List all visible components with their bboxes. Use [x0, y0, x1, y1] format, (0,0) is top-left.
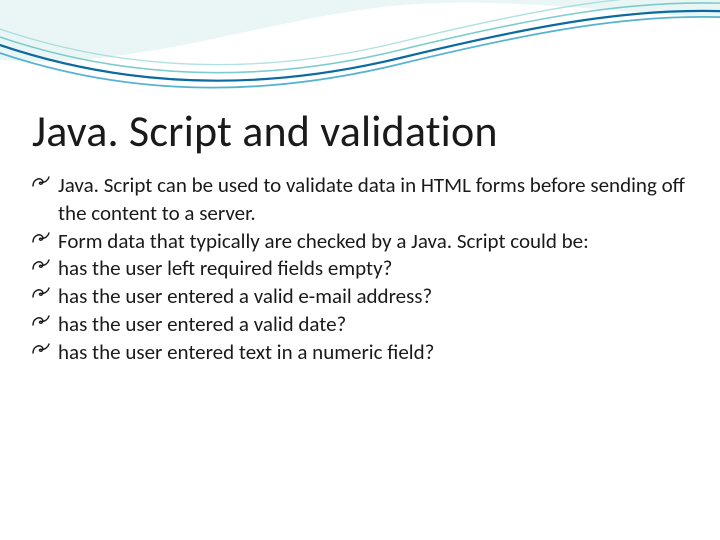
- bullet-text: has the user entered text in a numeric f…: [58, 339, 434, 365]
- bullet-item: has the user entered a valid e-mail addr…: [32, 283, 688, 311]
- bullet-glyph-icon: [32, 285, 50, 305]
- slide: Java. Script and validation Java. Script…: [0, 0, 720, 540]
- bullet-list: Java. Script can be used to validate dat…: [32, 172, 688, 366]
- bullet-item: has the user entered text in a numeric f…: [32, 339, 688, 367]
- bullet-glyph-icon: [32, 257, 50, 277]
- decorative-swirl: [0, 0, 720, 120]
- bullet-item: Form data that typically are checked by …: [32, 228, 688, 256]
- bullet-glyph-icon: [32, 174, 50, 194]
- slide-title: Java. Script and validation: [32, 108, 688, 154]
- bullet-text: Form data that typically are checked by …: [58, 228, 589, 254]
- content-area: Java. Script and validation Java. Script…: [32, 108, 688, 366]
- bullet-glyph-icon: [32, 313, 50, 333]
- bullet-glyph-icon: [32, 341, 50, 361]
- bullet-glyph-icon: [32, 230, 50, 250]
- bullet-item: Java. Script can be used to validate dat…: [32, 172, 688, 227]
- bullet-text: Java. Script can be used to validate dat…: [58, 172, 685, 226]
- bullet-text: has the user entered a valid e-mail addr…: [58, 283, 432, 309]
- bullet-item: has the user entered a valid date?: [32, 311, 688, 339]
- bullet-text: has the user entered a valid date?: [58, 311, 346, 337]
- bullet-text: has the user left required fields empty?: [58, 255, 392, 281]
- bullet-item: has the user left required fields empty?: [32, 255, 688, 283]
